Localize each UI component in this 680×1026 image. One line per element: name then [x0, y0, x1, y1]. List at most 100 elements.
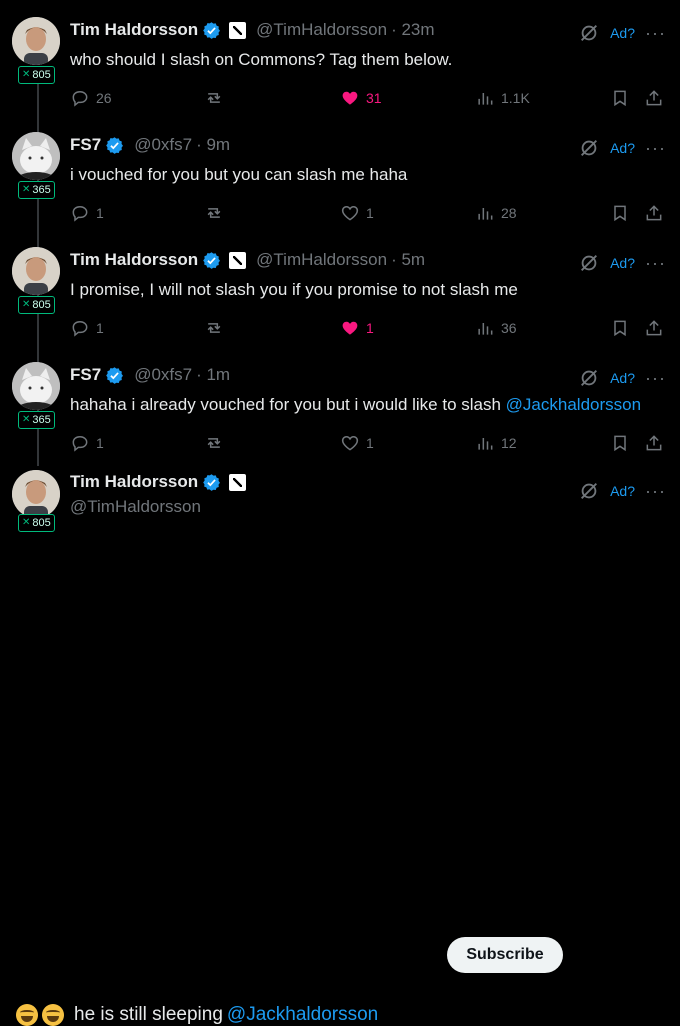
views-button[interactable]: 28: [475, 203, 517, 223]
tweet-tools: Ad? ···: [578, 22, 666, 44]
tweet-actions: 1 1 12: [70, 433, 666, 455]
share-button[interactable]: [644, 433, 664, 453]
share-button[interactable]: [644, 318, 664, 338]
bookmark-button[interactable]: [610, 318, 630, 338]
grok-icon[interactable]: [578, 367, 600, 389]
share-icon: [646, 320, 662, 336]
like-button[interactable]: 1: [340, 433, 374, 453]
avatar[interactable]: [12, 132, 60, 180]
more-icon[interactable]: ···: [645, 138, 666, 159]
display-name[interactable]: Tim Haldorsson: [70, 250, 198, 270]
ad-link[interactable]: Ad?: [610, 370, 635, 386]
views-icon: [478, 208, 493, 220]
timestamp[interactable]: · 23m: [391, 20, 434, 40]
tweet-header: Tim Haldorsson @TimHaldorsson · 23m: [70, 20, 435, 40]
more-icon[interactable]: ···: [645, 253, 666, 274]
x-mark-icon: ✕: [22, 414, 31, 425]
handle[interactable]: @0xfs7: [134, 365, 192, 385]
share-button[interactable]: [644, 203, 664, 223]
bookmark-button[interactable]: [610, 433, 630, 453]
handle-line: @TimHaldorsson: [70, 497, 201, 517]
bookmark-button[interactable]: [610, 203, 630, 223]
tweet-actions: 1 1 36: [70, 318, 666, 340]
bookmark-icon: [614, 435, 626, 452]
views-button[interactable]: 36: [475, 318, 517, 338]
handle[interactable]: @TimHaldorsson: [70, 497, 201, 517]
x-mark-icon: ✕: [22, 517, 31, 528]
verified-badge-icon: [106, 366, 124, 384]
retweet-button[interactable]: [204, 203, 224, 223]
retweet-icon: [207, 323, 221, 333]
mention-link[interactable]: @Jackhaldorsson: [506, 395, 641, 414]
more-icon[interactable]: ···: [645, 368, 666, 389]
retweet-button[interactable]: [204, 318, 224, 338]
reply-button[interactable]: 1: [70, 203, 104, 223]
like-icon: [342, 321, 358, 335]
grok-icon[interactable]: [578, 22, 600, 44]
retweet-button[interactable]: [204, 88, 224, 108]
reply-button[interactable]: 1: [70, 433, 104, 453]
display-name[interactable]: Tim Haldorsson: [70, 20, 198, 40]
display-name[interactable]: FS7: [70, 135, 101, 155]
avatar[interactable]: [12, 470, 60, 518]
x-mark-icon: ✕: [22, 69, 31, 80]
main-tweet: ✕ 805 Tim Haldorsson @TimHaldorsson Subs…: [0, 466, 680, 1026]
handle[interactable]: @TimHaldorsson: [256, 20, 387, 40]
x-mark-icon: ✕: [22, 299, 31, 310]
grok-icon[interactable]: [578, 137, 600, 159]
views-icon: [478, 438, 493, 450]
ad-link[interactable]: Ad?: [610, 25, 635, 41]
tweet-header: Tim Haldorsson @TimHaldorsson · 5m: [70, 250, 425, 270]
handle[interactable]: @0xfs7: [134, 135, 192, 155]
ad-link[interactable]: Ad?: [610, 255, 635, 271]
bookmark-icon: [614, 320, 626, 337]
affiliation-icon[interactable]: [229, 473, 247, 491]
verified-badge-icon: [203, 21, 221, 39]
retweet-icon: [207, 438, 221, 448]
tweet-actions: 1 1 28: [70, 203, 666, 225]
score-badge: ✕ 805: [18, 296, 55, 314]
like-icon: [341, 205, 359, 221]
reply-button[interactable]: 1: [70, 318, 104, 338]
ad-link[interactable]: Ad?: [610, 483, 635, 499]
views-button[interactable]: 1.1K: [475, 88, 530, 108]
timestamp[interactable]: · 9m: [196, 135, 230, 155]
tweet-tools: Ad? ···: [578, 367, 666, 389]
grok-icon[interactable]: [578, 252, 600, 274]
x-mark-icon: ✕: [22, 184, 31, 195]
views-button[interactable]: 12: [475, 433, 517, 453]
bookmark-button[interactable]: [610, 88, 630, 108]
tweet-header: FS7 @0xfs7 · 9m: [70, 135, 230, 155]
ad-link[interactable]: Ad?: [610, 140, 635, 156]
avatar[interactable]: [12, 17, 60, 65]
tweet-text: I promise, I will not slash you if you p…: [70, 280, 518, 299]
like-button[interactable]: 1: [340, 318, 374, 338]
like-button[interactable]: 1: [340, 203, 374, 223]
more-icon[interactable]: ···: [645, 23, 666, 44]
tweet: ✕ 365 FS7 @0xfs7 · 1m Ad? ··· hahaha i a…: [0, 345, 680, 460]
retweet-button[interactable]: [204, 433, 224, 453]
mention-link[interactable]: @Jackhaldorsson: [227, 1004, 378, 1026]
handle[interactable]: @TimHaldorsson: [256, 250, 387, 270]
reply-icon: [72, 90, 88, 107]
avatar[interactable]: [12, 362, 60, 410]
timestamp[interactable]: · 1m: [196, 365, 230, 385]
affiliation-icon[interactable]: [229, 251, 247, 269]
score-badge: ✕ 365: [18, 411, 55, 429]
timestamp[interactable]: · 5m: [391, 250, 425, 270]
reply-button[interactable]: 26: [70, 88, 112, 108]
more-icon[interactable]: ···: [645, 481, 666, 502]
grok-icon[interactable]: [578, 480, 600, 502]
like-icon: [342, 91, 358, 105]
subscribe-button[interactable]: Subscribe: [447, 937, 563, 973]
display-name[interactable]: Tim Haldorsson: [70, 472, 198, 492]
affiliation-icon[interactable]: [229, 21, 247, 39]
avatar[interactable]: [12, 247, 60, 295]
share-button[interactable]: [644, 88, 664, 108]
bookmark-icon: [614, 90, 626, 107]
tweet-text: i vouched for you but you can slash me h…: [70, 165, 408, 184]
like-button[interactable]: 31: [340, 88, 382, 108]
tweet-text: hahaha i already vouched for you but i w…: [70, 395, 642, 414]
display-name[interactable]: FS7: [70, 365, 101, 385]
score-badge: ✕ 365: [18, 181, 55, 199]
